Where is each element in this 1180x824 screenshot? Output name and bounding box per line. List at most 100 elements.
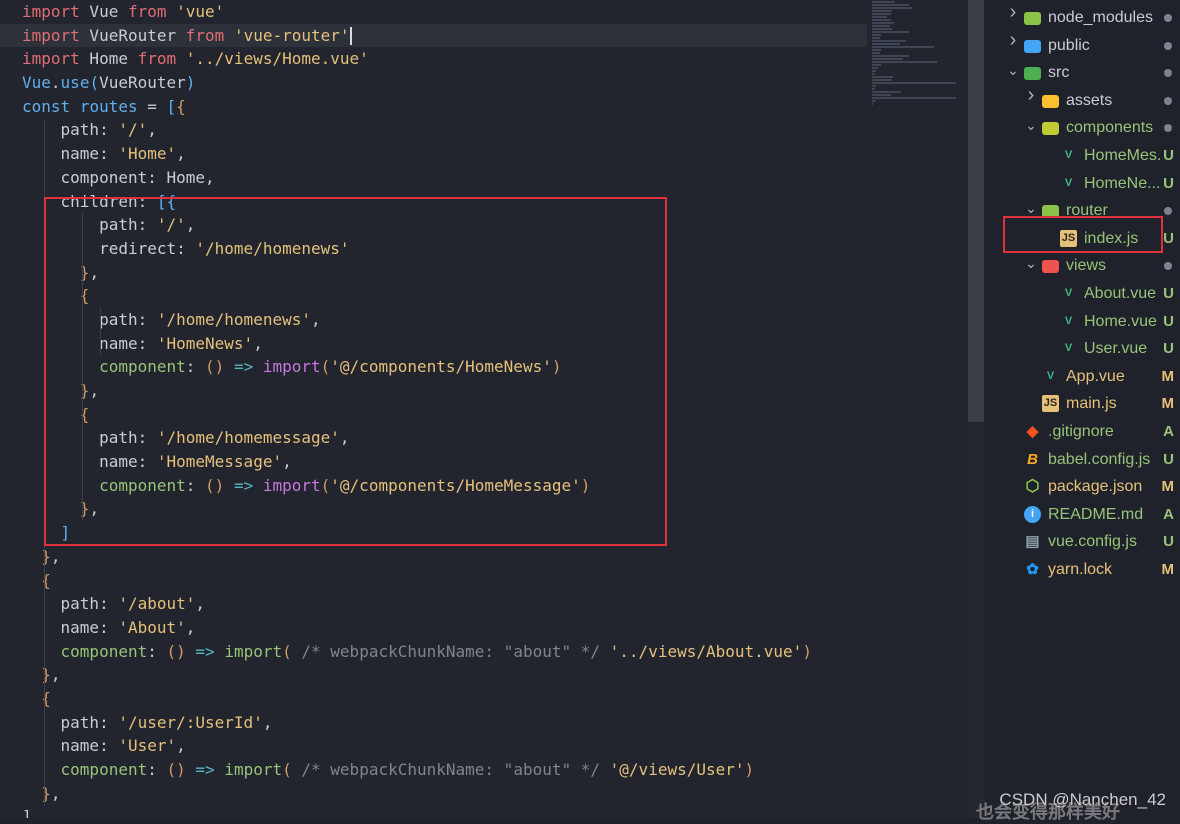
code-line[interactable]: Vue.use(VueRouter) [0,71,968,95]
code-token: () [205,357,225,377]
chevron-down-icon[interactable]: ⌄ [1024,200,1038,216]
code-line[interactable]: component: () => import('@/components/Ho… [0,355,968,379]
code-line[interactable]: path: '/', [0,213,968,237]
chevron-right-icon[interactable]: › [1006,2,1020,22]
chevron-down-icon[interactable]: ⌄ [1024,117,1038,133]
code-line[interactable]: component: () => import('@/components/Ho… [0,474,968,498]
tree-item-router[interactable]: ⌄ router [984,197,1180,224]
tree-item-yarn-lock[interactable]: ✿ yarn.lock M [984,556,1180,583]
code-line[interactable]: }, [0,379,968,403]
tree-item-index-js[interactable]: JS index.js U [984,225,1180,252]
chevron-right-icon[interactable]: › [1006,30,1020,50]
folder-icon [1042,94,1059,108]
tree-item-public[interactable]: › public [984,30,1180,59]
chevron-right-icon[interactable]: › [1024,85,1038,105]
code-line[interactable]: path: '/about', [0,592,968,616]
tree-item-label: public [1048,36,1090,54]
code-line[interactable]: component: () => import( /* webpackChunk… [0,640,968,664]
tree-item-vue-config-js[interactable]: ▤ vue.config.js U [984,528,1180,555]
tree-item-app-vue[interactable]: V App.vue M [984,363,1180,390]
code-line[interactable]: path: '/home/homenews', [0,308,968,332]
minimap-row [872,43,900,45]
minimap-row [872,70,877,72]
code-line[interactable]: import Vue from 'vue' [0,0,968,24]
code-line[interactable]: component: () => import( /* webpackChunk… [0,758,968,782]
js-file-icon: JS [1042,395,1059,413]
tree-item-user-vue[interactable]: V User.vue U [984,335,1180,362]
code-line[interactable]: import Home from '../views/Home.vue' [0,47,968,71]
tree-item-package-json[interactable]: ⬡ package.json M [984,473,1180,500]
code-token: , [262,712,273,732]
tree-item-homene[interactable]: V HomeNe... U [984,170,1180,197]
code-line[interactable]: ] [0,805,968,818]
watermark-overlay: 也会变得那样美好 [976,802,1120,823]
file-explorer[interactable]: › node_modules › public ⌄ src › assets ⌄ componen… [984,0,1180,818]
code-line[interactable]: }, [0,782,968,806]
code-line[interactable]: path: '/user/:UserId', [0,711,968,735]
tree-item-readme-md[interactable]: i README.md A [984,501,1180,528]
tree-item-about-vue[interactable]: V About.vue U [984,280,1180,307]
tree-item-node-modules[interactable]: › node_modules [984,2,1180,31]
code-line[interactable]: name: 'HomeMessage', [0,450,968,474]
code-line[interactable]: redirect: '/home/homenews' [0,237,968,261]
chevron-down-icon[interactable]: ⌄ [1024,255,1038,271]
code-line[interactable]: { [0,403,968,427]
tree-item-src[interactable]: ⌄ src [984,59,1180,86]
code-lines[interactable]: import Vue from 'vue' import VueRouter fr… [0,0,968,818]
git-status-dot [1164,96,1172,105]
tree-item-babel-config-js[interactable]: Bbabel.config.js U [984,446,1180,473]
tree-item-home-vue[interactable]: V Home.vue U [984,308,1180,335]
code-editor[interactable]: import Vue from 'vue' import VueRouter fr… [0,0,968,818]
code-token: => [195,641,215,661]
chevron-down-icon[interactable]: ⌄ [1006,62,1020,78]
code-token: 'User' [118,736,177,756]
code-line[interactable]: name: 'About', [0,616,968,640]
code-line[interactable]: { [0,569,968,593]
editor-scroll-thumb[interactable] [968,0,984,422]
code-line[interactable]: { [0,687,968,711]
code-line[interactable]: ] [0,521,968,545]
editor-scrollbar[interactable] [968,0,984,818]
code-token: () [166,641,186,661]
git-status-badge: M [1161,561,1175,578]
code-token: '/home/homenews' [195,238,350,258]
minimap-row [872,4,910,6]
code-line[interactable]: component: Home, [0,166,968,190]
code-line[interactable]: name: 'User', [0,734,968,758]
code-line[interactable]: }, [0,261,968,285]
code-line[interactable]: }, [0,545,968,569]
code-line[interactable]: path: '/home/homemessage', [0,426,968,450]
code-line[interactable]: import VueRouter from 'vue-router' [0,23,867,48]
code-line[interactable]: children: [{ [0,190,968,214]
code-line[interactable]: }, [0,663,968,687]
code-line[interactable]: name: 'HomeNews', [0,332,968,356]
code-token: : [137,191,157,211]
minimap-row [872,55,910,57]
tree-item-views[interactable]: ⌄ views [984,252,1180,279]
code-line[interactable]: }, [0,497,968,521]
tree-item-label: vue.config.js [1048,533,1137,551]
tree-item-label: .gitignore [1048,423,1114,440]
git-status-badge: U [1163,229,1174,247]
tree-item-homemes[interactable]: V HomeMes...U [984,142,1180,169]
code-line[interactable]: name: 'Home', [0,142,968,166]
code-token: [ [166,96,177,116]
tree-item-label: main.js [1066,395,1117,413]
code-token: , [50,783,61,803]
tree-item-main-js[interactable]: JS main.js M [984,390,1180,417]
code-line[interactable]: path: '/', [0,118,968,142]
code-token: } [41,546,51,566]
code-token: path [99,215,138,235]
tree-item-components[interactable]: ⌄ components [984,114,1180,141]
tree-item-assets[interactable]: › assets [984,85,1180,114]
code-line[interactable]: { [0,284,968,308]
code-token: , [176,736,186,756]
minimap[interactable] [872,0,956,105]
tree-item-gitignore[interactable]: ◆ .gitignore A [984,418,1180,445]
code-line[interactable]: const routes = [{ [0,95,968,119]
